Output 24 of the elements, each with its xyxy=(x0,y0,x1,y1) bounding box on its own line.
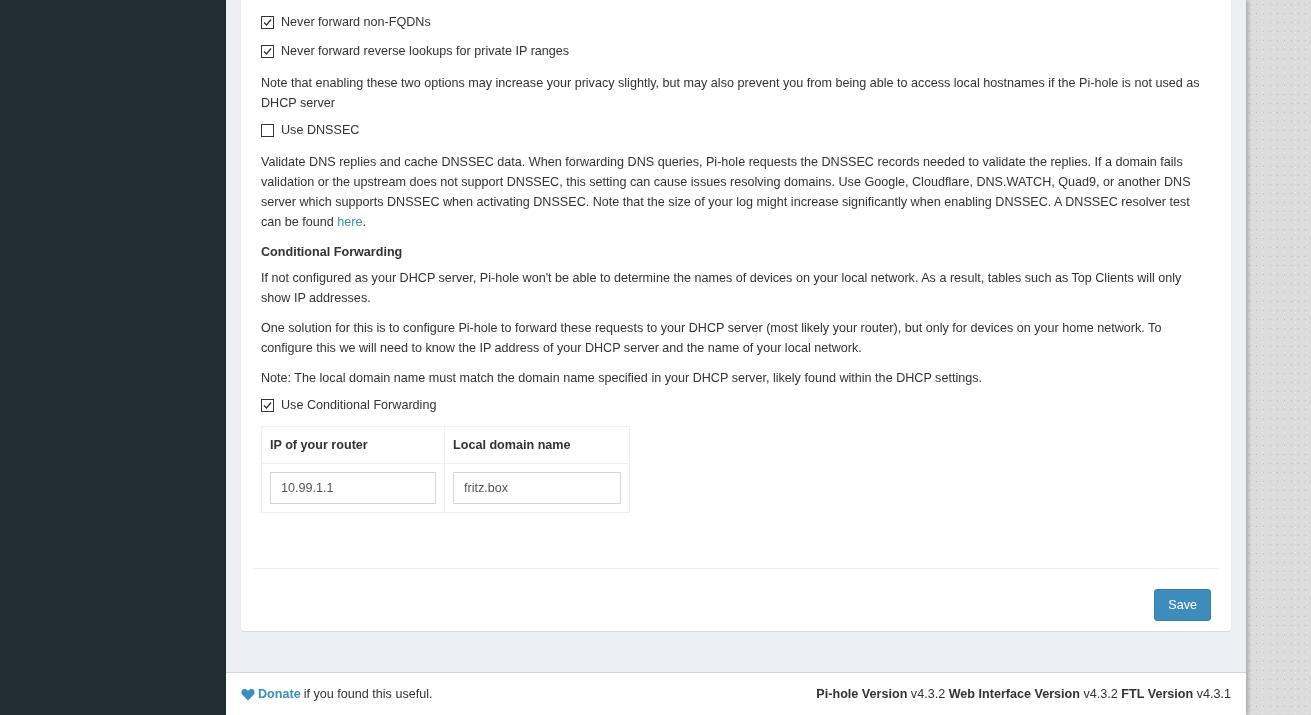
paragraph: One solution for this is to configure Pi-hole to forward these requests to your DHCP server (most likely your router), but only for devices on your home network. To configure this we will need to know the IP address of your DHCP server and the name of your local network. xyxy=(261,320,1163,357)
column-header: IP of your router xyxy=(261,426,445,464)
checkbox-label[interactable]: Never forward reverse lookups for private IP ranges xyxy=(281,44,570,58)
version-info: Pi-hole Version v4.3.2 Web Interface Version v4.3.2 FTL Version v4.3.1 xyxy=(816,687,1231,701)
save-button[interactable]: Save xyxy=(1154,589,1211,621)
column-header: Local domain name xyxy=(444,426,630,464)
checkbox[interactable] xyxy=(261,15,274,29)
checkbox-label[interactable]: Use Conditional Forwarding xyxy=(281,398,437,412)
donate-link[interactable]: Donate xyxy=(258,687,301,701)
checkbox[interactable] xyxy=(261,44,274,58)
paragraph: If not configured as your DHCP server, Pi-hole won't be able to determine the names of devices on your local network. As a result, tables such as Top Clients will only show IP addresses. xyxy=(261,270,1183,307)
paragraph: Note: The local domain name must match the domain name specified in your DHCP server, likely found within the DHCP settings. xyxy=(261,370,983,387)
paragraph: Validate DNS replies and cache DNSSEC data. When forwarding DNS queries, Pi-hole requests the DNSSEC records needed to validate the replies. If a domain fails validation or the upstream does not support DNSSEC, this setting can cause issues resolving domains. Use Google, Cloudflare, DNS.WATCH, Quad9, or another DNS server which supports DNSSEC when activating DNSSEC. Note that the size of your log might increase significantly when enabling DNSSEC. A DNSSEC resolver test can be found here. xyxy=(261,154,1192,231)
input-field[interactable]: fritz.box xyxy=(453,472,621,504)
checkbox[interactable] xyxy=(261,123,274,137)
footer-text: if you found this useful. xyxy=(303,687,433,701)
link[interactable]: here xyxy=(337,215,363,229)
heart-icon xyxy=(241,687,255,701)
checkbox-label[interactable]: Never forward non-FQDNs xyxy=(281,15,431,29)
paragraph: Note that enabling these two options may increase your privacy slightly, but may also prevent you from being able to access local hostnames if the Pi-hole is not used as DHCP server xyxy=(261,75,1201,112)
input-field[interactable]: 10.99.1.1 xyxy=(270,472,436,504)
checkbox[interactable] xyxy=(261,398,274,412)
section-heading: Conditional Forwarding xyxy=(261,244,404,261)
checkbox-label[interactable]: Use DNSSEC xyxy=(281,123,360,137)
